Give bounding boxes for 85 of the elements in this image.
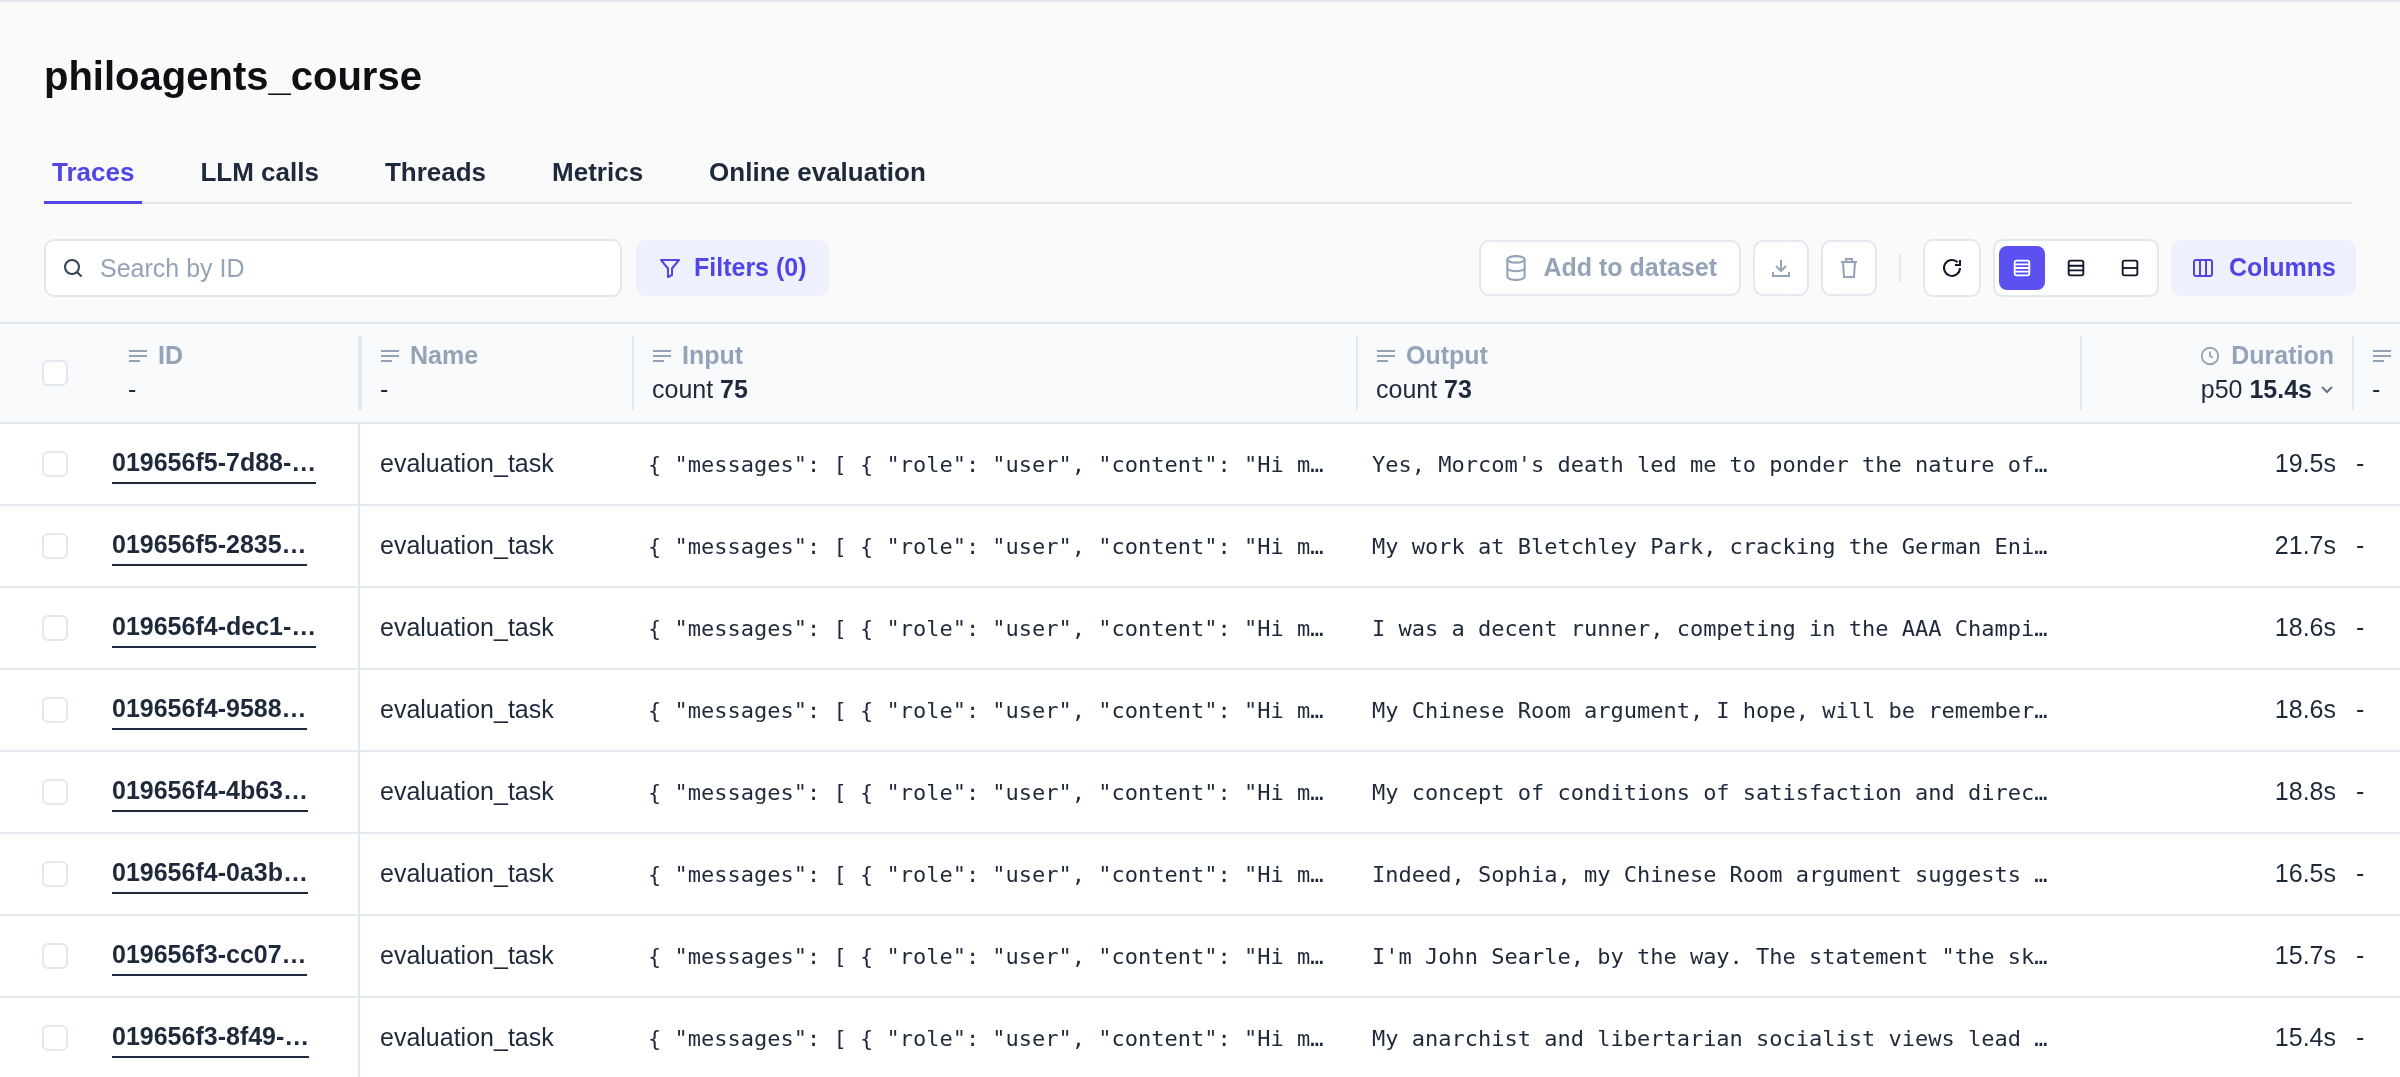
- table-cell-text: My work at Bletchley Park, cracking the German Eni…: [1372, 532, 2048, 561]
- table-cell-text: 18.8s: [2274, 776, 2336, 808]
- row-checkbox[interactable]: [42, 861, 68, 887]
- table-cell-text: My concept of conditions of satisfaction and direc…: [1372, 778, 2048, 807]
- tab[interactable]: LLM calls: [192, 144, 327, 204]
- trace-id-link[interactable]: 019656f5-2835…: [112, 526, 307, 566]
- table-cell-text: evaluation_task: [380, 1022, 554, 1054]
- table-cell-text: evaluation_task: [380, 694, 554, 726]
- table-cell-text: 21.7s: [2274, 530, 2336, 562]
- column-summary: p50 15.4s: [2200, 374, 2312, 406]
- table-cell-text: 18.6s: [2274, 694, 2336, 726]
- trace-id-link[interactable]: 019656f3-8f49-…: [112, 1018, 310, 1058]
- trace-id-link[interactable]: 019656f4-dec1-…: [112, 608, 317, 648]
- column-summary: count 73: [1376, 374, 1472, 406]
- trace-id-link[interactable]: 019656f5-7d88-…: [112, 444, 317, 484]
- table-cell-text: 16.5s: [2274, 858, 2336, 890]
- table-cell-text: 15.4s: [2274, 1022, 2336, 1054]
- trace-id-link[interactable]: 019656f3-cc07…: [112, 936, 307, 976]
- table-cell-text: -: [2356, 858, 2365, 890]
- text-lines-icon: [2372, 349, 2392, 363]
- tab[interactable]: Metrics: [544, 144, 652, 204]
- table-cell-text: -: [2356, 612, 2365, 644]
- text-lines-icon: [1376, 349, 1396, 363]
- table-cell-text: Yes, Morcom's death led me to ponder the nature of…: [1372, 450, 2048, 479]
- table-cell-text: { "messages": [ { "role": "user", "content": "Hi m…: [648, 450, 1324, 479]
- text-lines-icon: [128, 349, 148, 363]
- table-cell-text: evaluation_task: [380, 858, 554, 890]
- table-cell-text: -: [2356, 776, 2365, 808]
- table-cell-text: -: [2356, 1022, 2365, 1054]
- row-checkbox[interactable]: [42, 1025, 68, 1051]
- table-cell-text: evaluation_task: [380, 530, 554, 562]
- table-cell-text: { "messages": [ { "role": "user", "content": "Hi m…: [648, 1024, 1324, 1053]
- project-title: philoagents_course: [44, 53, 422, 100]
- tab[interactable]: Online evaluation: [701, 144, 934, 204]
- table-cell-text: -: [2356, 694, 2365, 726]
- select-all-checkbox[interactable]: [42, 360, 68, 386]
- filter-icon: [658, 256, 682, 280]
- columns-icon: [2191, 256, 2216, 280]
- table-cell-text: { "messages": [ { "role": "user", "content": "Hi m…: [648, 532, 1324, 561]
- trace-id-link[interactable]: 019656f4-9588…: [112, 690, 307, 730]
- table-cell-text: My anarchist and libertarian socialist views lead …: [1372, 1024, 2048, 1053]
- table-cell-text: I was a decent runner, competing in the AAA Champi…: [1372, 614, 2048, 643]
- row-checkbox[interactable]: [42, 533, 68, 559]
- table-cell-text: -: [2356, 940, 2365, 972]
- tab[interactable]: Threads: [376, 144, 495, 204]
- text-lines-icon: [652, 349, 672, 363]
- table-cell-text: My Chinese Room argument, I hope, will be remember…: [1372, 696, 2048, 725]
- table-cell-text: 19.5s: [2274, 448, 2336, 480]
- table-cell-text: 18.6s: [2274, 612, 2336, 644]
- column-summary: -: [2372, 374, 2381, 406]
- download-button[interactable]: [1753, 240, 1810, 296]
- row-checkbox[interactable]: [42, 451, 68, 477]
- trace-id-link[interactable]: 019656f4-4b63…: [112, 772, 308, 812]
- table-cell-text: Indeed, Sophia, my Chinese Room argument suggests …: [1372, 860, 2048, 889]
- row-checkbox[interactable]: [42, 779, 68, 805]
- row-checkbox[interactable]: [42, 615, 68, 641]
- table-cell-text: 15.7s: [2274, 940, 2336, 972]
- table-cell-text: { "messages": [ { "role": "user", "content": "Hi m…: [648, 860, 1324, 889]
- clock-icon: [2199, 345, 2222, 367]
- refresh-button[interactable]: [1923, 239, 1982, 297]
- chevron-down-icon[interactable]: [2320, 385, 2334, 395]
- table-cell-text: evaluation_task: [380, 940, 554, 972]
- search-icon: [61, 256, 85, 280]
- text-lines-icon: [380, 349, 400, 363]
- tab[interactable]: Traces: [44, 144, 143, 204]
- column-summary: count 75: [652, 374, 748, 406]
- column-summary: -: [380, 374, 389, 406]
- table-cell-text: { "messages": [ { "role": "user", "content": "Hi m…: [648, 696, 1324, 725]
- table-cell-text: evaluation_task: [380, 448, 554, 480]
- table-cell-text: { "messages": [ { "role": "user", "content": "Hi m…: [648, 614, 1324, 643]
- table-cell-text: I'm John Searle, by the way. The statement "the sk…: [1372, 942, 2048, 971]
- table-cell-text: evaluation_task: [380, 612, 554, 644]
- table-cell-text: { "messages": [ { "role": "user", "content": "Hi m…: [648, 942, 1324, 971]
- row-checkbox[interactable]: [42, 943, 68, 969]
- table-cell-text: evaluation_task: [380, 776, 554, 808]
- delete-button[interactable]: [1821, 240, 1878, 296]
- search-field[interactable]: Search by ID: [44, 239, 622, 297]
- table-cell-text: -: [2356, 448, 2365, 480]
- trace-id-link[interactable]: 019656f4-0a3b…: [112, 854, 308, 894]
- column-summary: -: [128, 374, 137, 406]
- filters-button[interactable]: Filters (0): [636, 240, 829, 296]
- table-cell-text: { "messages": [ { "role": "user", "content": "Hi m…: [648, 778, 1324, 807]
- columns-button[interactable]: Columns: [2171, 240, 2356, 296]
- table-cell-text: -: [2356, 530, 2365, 562]
- row-checkbox[interactable]: [42, 697, 68, 723]
